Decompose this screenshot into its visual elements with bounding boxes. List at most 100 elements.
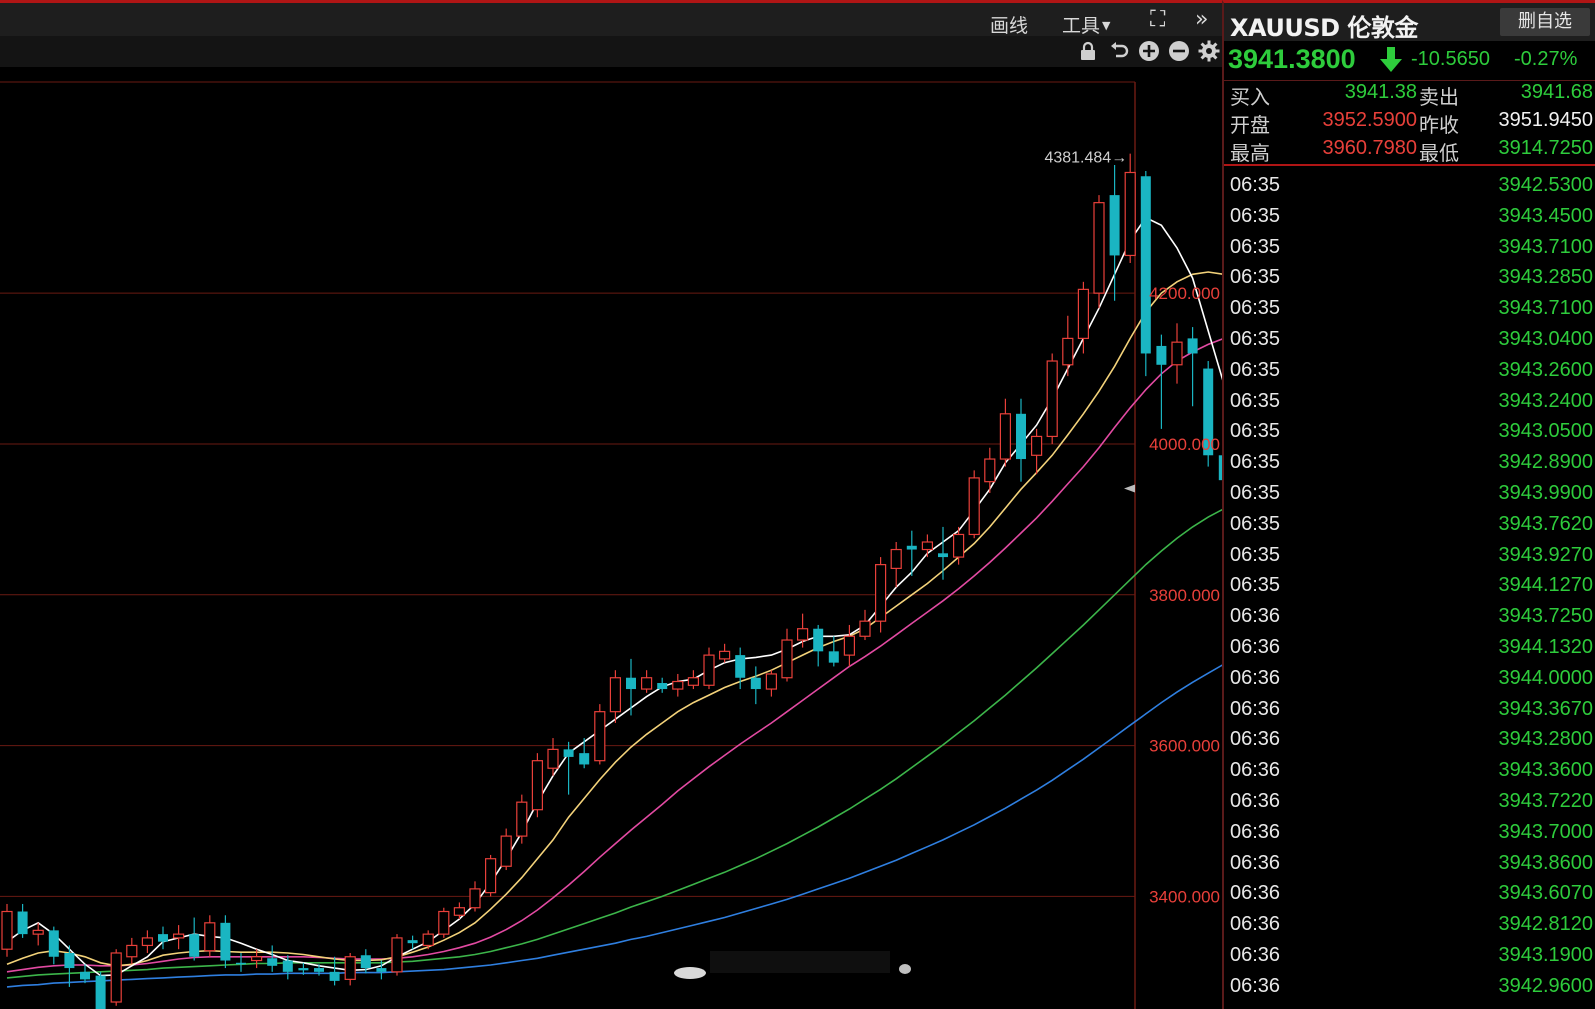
tick-price: 3944.1270 (1498, 574, 1593, 597)
tick-price: 3943.1900 (1498, 943, 1593, 966)
tick-time: 06:35 (1230, 266, 1281, 289)
candle (672, 673, 684, 697)
tick-time: 06:35 (1230, 420, 1281, 443)
candle-body (874, 564, 887, 622)
candles (1, 153, 1222, 1009)
candle-body (813, 628, 824, 652)
candle (110, 949, 122, 1006)
tick-row: 06:35 3943.7620 (1224, 510, 1595, 541)
y-tick-label: 3400.000 (1149, 887, 1220, 906)
watermark (674, 951, 911, 979)
candle (422, 930, 434, 950)
tick-row: 06:35 3943.7100 (1224, 294, 1595, 325)
candle (531, 753, 544, 818)
tick-time: 06:36 (1230, 820, 1281, 843)
remove-watchlist-button[interactable]: 删自选 (1500, 8, 1590, 36)
ma10-line (6, 271, 1222, 967)
candle-body (1140, 176, 1151, 354)
candle-body (391, 937, 403, 973)
candle (765, 670, 778, 697)
candle (626, 658, 636, 716)
chart-subtoolbar (0, 36, 1222, 67)
candle (204, 915, 216, 957)
candle-body (890, 548, 902, 569)
tick-price: 3943.7220 (1498, 789, 1593, 812)
tick-time: 06:35 (1230, 174, 1281, 196)
tick-time: 06:36 (1230, 974, 1281, 997)
candle (859, 609, 871, 641)
tick-row: 06:35 3943.9900 (1224, 479, 1595, 510)
quote-header: XAUUSD 伦敦金 删自选 (1224, 3, 1595, 42)
candle-body (376, 968, 387, 972)
tick-price: 3943.0400 (1498, 327, 1593, 350)
candle-body (329, 971, 340, 981)
candle-body (1156, 345, 1167, 365)
tick-price: 3943.2400 (1498, 389, 1593, 412)
tick-row: 06:35 3944.1270 (1224, 571, 1595, 602)
tick-price: 3944.0000 (1498, 666, 1593, 689)
high-value: 3960.7980 (1322, 137, 1417, 159)
candle-body (220, 922, 231, 961)
candle-body (204, 922, 216, 952)
fullscreen-icon[interactable]: ⛶ (1150, 7, 1165, 32)
max-price-annotation: 4381.484→ (1044, 149, 1127, 166)
candle-body (453, 907, 465, 916)
candle-body (843, 635, 856, 656)
candle (781, 628, 793, 682)
tick-time: 06:35 (1230, 389, 1281, 412)
candle (874, 557, 887, 633)
candle-body (531, 760, 544, 811)
double-chevron-right-icon[interactable]: » (1195, 7, 1208, 32)
candle (1077, 281, 1090, 354)
candle-body (563, 749, 574, 757)
tools-label: 工具 (1062, 15, 1101, 37)
candle-body (938, 553, 948, 558)
ma40-line (6, 508, 1222, 979)
candle-body (173, 933, 185, 939)
candle-body (469, 888, 481, 909)
candle-body (999, 413, 1012, 460)
tick-time: 06:36 (1230, 943, 1281, 966)
candle-body (110, 952, 122, 1003)
candle (999, 398, 1012, 467)
candle-body (17, 911, 28, 935)
gear-icon[interactable] (1197, 39, 1221, 63)
zoom-in-icon[interactable] (1137, 39, 1161, 63)
candle (843, 624, 856, 667)
tick-time: 06:35 (1230, 297, 1281, 320)
candle (95, 971, 106, 1009)
candle (391, 934, 403, 976)
candle-body (95, 975, 106, 1009)
draw-line-button[interactable]: 画线 (990, 11, 1028, 38)
undo-icon[interactable] (1107, 39, 1131, 63)
prev-close-label: 昨收 (1419, 113, 1459, 137)
candle-body (765, 673, 778, 690)
candle (1, 903, 13, 957)
tick-row: 06:36 3943.3670 (1224, 695, 1595, 726)
tick-price: 3943.7620 (1498, 512, 1593, 535)
tick-time: 06:36 (1230, 605, 1281, 628)
tick-time: 06:36 (1230, 913, 1281, 936)
tick-row: 06:36 3943.2800 (1224, 725, 1595, 756)
candle-body (672, 680, 684, 690)
candlestick-chart[interactable]: 4200.000 4000.000 3800.000 3600.000 3400.000… (0, 67, 1222, 1009)
candle-body (48, 930, 59, 957)
candle-body (952, 533, 965, 558)
chart-toolbar: 画线 工具 ▼ ⛶ » (0, 0, 1222, 38)
tick-price: 3943.0500 (1498, 420, 1593, 443)
lock-icon[interactable] (1076, 39, 1100, 63)
candle (718, 643, 731, 663)
tick-row: 06:36 3943.7000 (1224, 818, 1595, 849)
candle (1030, 428, 1043, 475)
quote-row-bid-ask: 买入 3941.38 卖出 3941.68 (1224, 81, 1595, 109)
tick-time: 06:35 (1230, 451, 1281, 474)
zoom-out-icon[interactable] (1167, 39, 1191, 63)
candle-body (828, 651, 839, 663)
tick-time: 06:35 (1230, 358, 1281, 381)
tick-list[interactable]: 06:35 3942.5300 06:35 3943.4500 06:35 3943.71… (1224, 171, 1595, 1003)
tools-dropdown[interactable]: 工具 ▼ (1062, 11, 1110, 38)
tick-price: 3944.1320 (1498, 635, 1593, 658)
candle (703, 647, 715, 690)
quote-summary: 买入 3941.38 卖出 3941.68 开盘 3952.5900 昨收 39… (1224, 80, 1595, 166)
buy-value: 3941.38 (1344, 81, 1417, 103)
